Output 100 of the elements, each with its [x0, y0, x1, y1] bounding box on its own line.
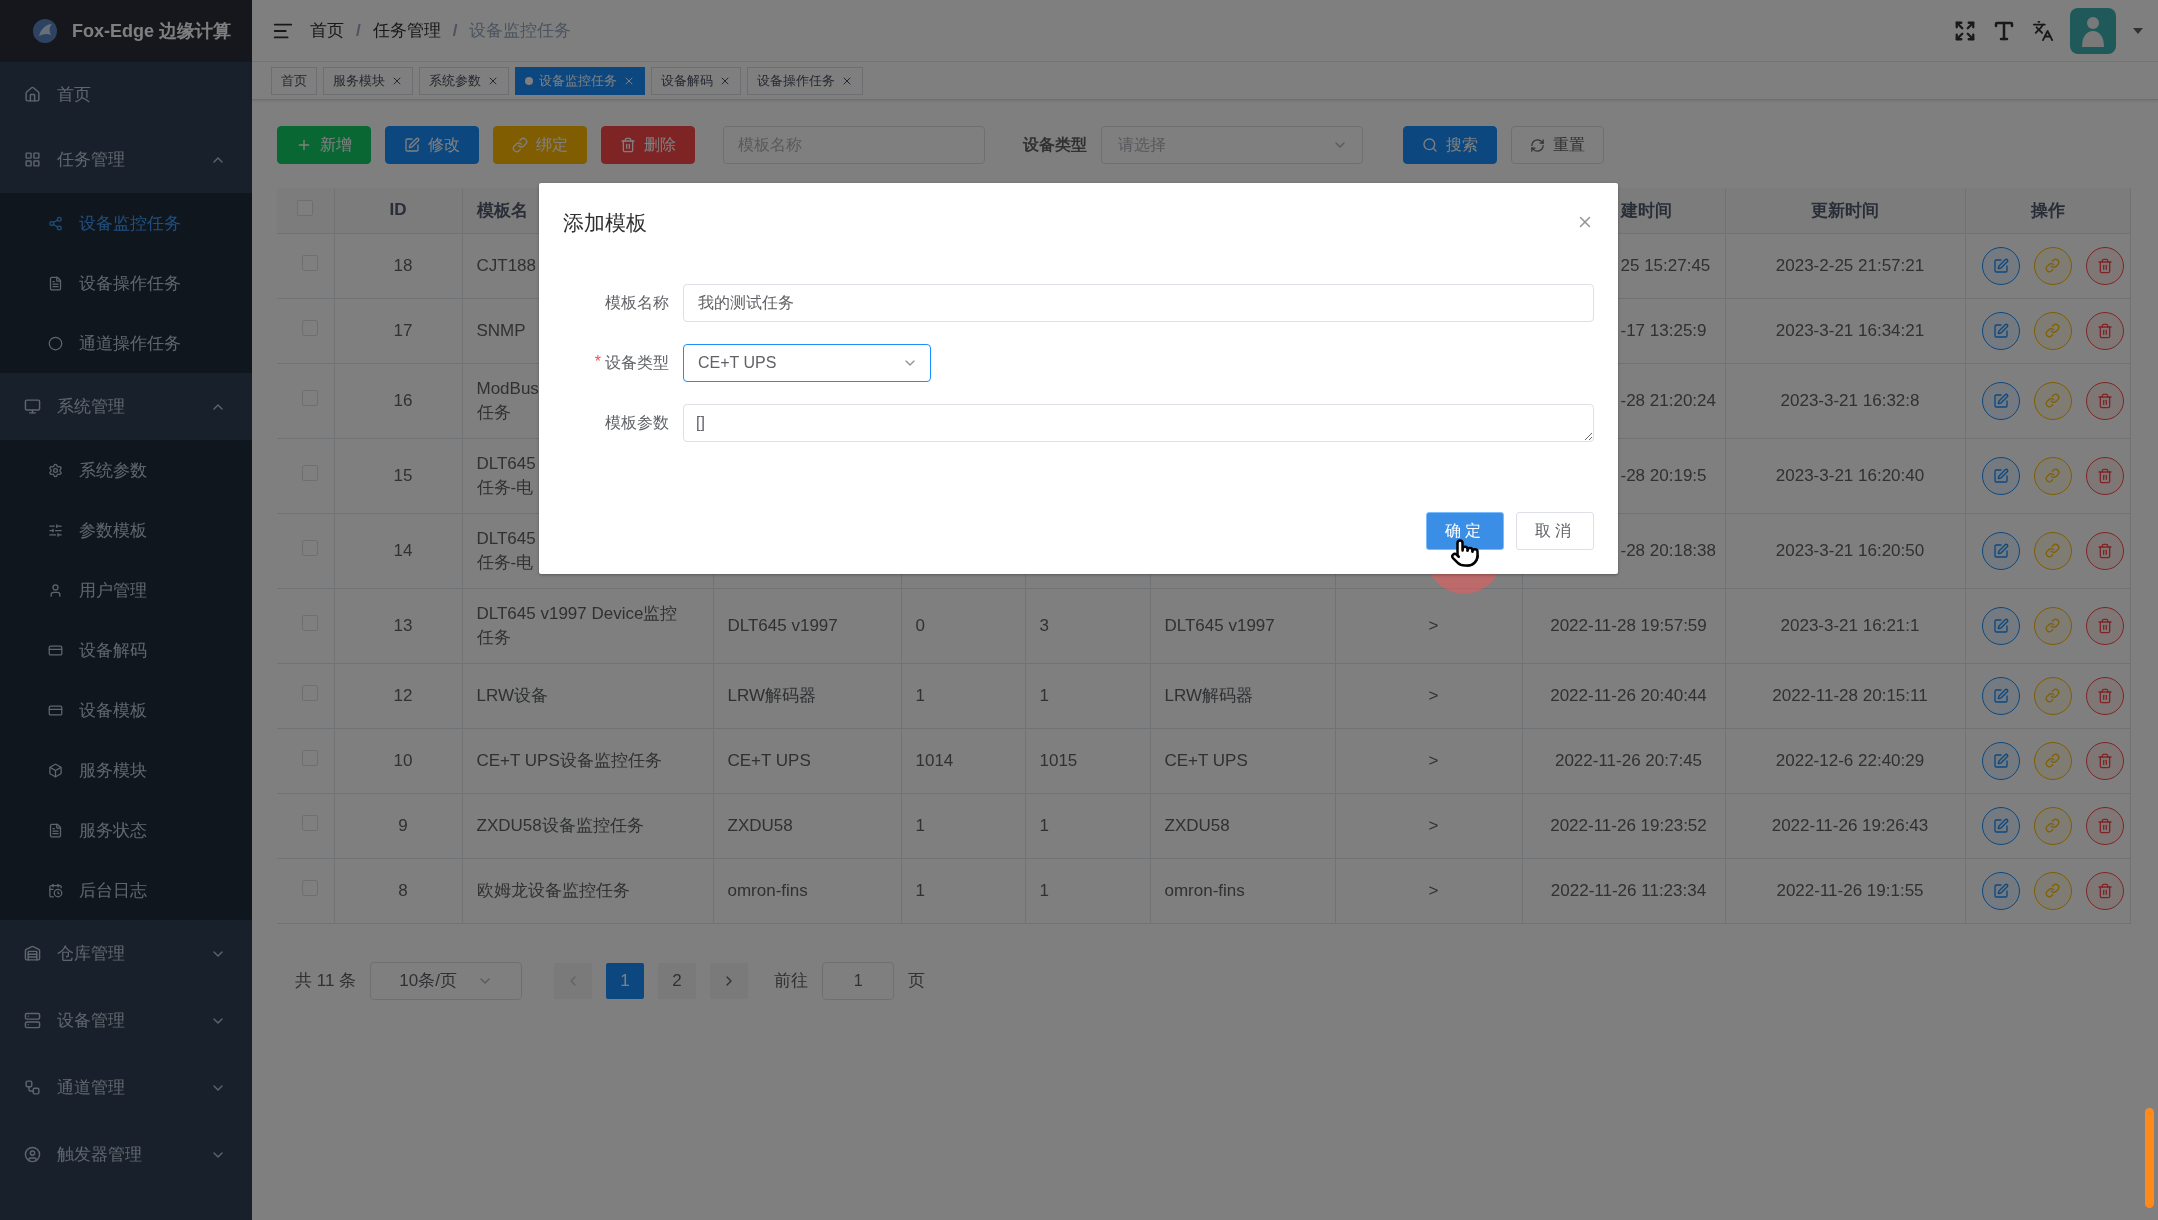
edit-icon [1992, 687, 2009, 704]
link-button[interactable] [2033, 676, 2072, 715]
expand-toggle[interactable]: > [1428, 685, 1439, 705]
table-cell: 1 [915, 685, 925, 705]
delete-button[interactable] [2085, 871, 2124, 910]
cancel-button[interactable]: 取消 [1516, 512, 1594, 550]
field-label: 设备类型 [605, 352, 669, 373]
submenu-item[interactable]: 服务模块 [0, 740, 252, 800]
translate-icon [2032, 19, 2054, 42]
expand-toggle[interactable]: > [1428, 880, 1439, 900]
submenu-item[interactable]: 设备模板 [0, 680, 252, 740]
delete-button[interactable] [2085, 741, 2124, 780]
edit-button[interactable] [1981, 871, 2020, 910]
submenu-item[interactable]: 通道操作任务 [0, 313, 252, 373]
delete-button[interactable] [2085, 531, 2124, 570]
link-icon [2045, 543, 2060, 558]
tab[interactable]: 设备操作任务 [747, 66, 863, 95]
breadcrumb-item[interactable]: 任务管理 [372, 19, 441, 42]
column-header: 操作 [2030, 200, 2065, 220]
edit-icon [1992, 467, 2009, 484]
toolbar-button[interactable]: 新增 [277, 126, 371, 164]
column-header: 模板名 [476, 200, 528, 220]
submenu-item[interactable]: 设备监控任务 [0, 193, 252, 253]
table-cell: ZXDU58 [727, 815, 793, 835]
scrollbar-thumb[interactable] [2145, 1108, 2154, 1208]
box-icon [48, 762, 63, 778]
expand-toggle[interactable]: > [1428, 750, 1439, 770]
page-button[interactable]: 1 [606, 962, 645, 999]
table-cell: 2023-3-21 16:20:40 [1775, 465, 1925, 485]
reset-button[interactable]: 重置 [1511, 126, 1604, 164]
language-button[interactable] [2032, 19, 2054, 42]
breadcrumb-item[interactable]: 首页 [310, 19, 344, 42]
link-button[interactable] [2033, 741, 2072, 780]
submenu-item[interactable]: 后台日志 [0, 860, 252, 920]
search-button[interactable]: 搜索 [1403, 126, 1497, 164]
page-input[interactable]: 1 [822, 961, 895, 1000]
link-button[interactable] [2033, 456, 2072, 495]
delete-button[interactable] [2085, 381, 2124, 420]
submenu-item[interactable]: 系统参数 [0, 440, 252, 500]
link-button[interactable] [2033, 311, 2072, 350]
page-suffix: 页 [908, 970, 926, 992]
select-input[interactable]: CE+T UPS [696, 353, 894, 373]
expand-toggle[interactable]: > [1428, 615, 1439, 635]
delete-button[interactable] [2085, 606, 2124, 645]
link-button[interactable] [2033, 381, 2072, 420]
edit-button[interactable] [1981, 806, 2020, 845]
delete-button[interactable] [2085, 456, 2124, 495]
expand-toggle[interactable]: > [1428, 815, 1439, 835]
delete-button[interactable] [2085, 676, 2124, 715]
edit-button[interactable] [1981, 456, 2020, 495]
user-circle-icon [24, 1146, 41, 1163]
document-icon [48, 275, 63, 291]
edit-button[interactable] [1981, 311, 2020, 350]
hand-cursor-icon [1450, 538, 1480, 568]
textarea-field[interactable]: [] [683, 404, 1594, 442]
submenu-item[interactable]: 设备操作任务 [0, 253, 252, 313]
delete-button[interactable] [2085, 311, 2124, 350]
table-cell: DLT645 v1997 Device监控 任务 [476, 603, 678, 647]
table-cell: 2022-11-28 19:57:59 [1550, 615, 1707, 635]
table-cell: ZXDU58设备监控任务 [476, 815, 644, 835]
delete-button[interactable] [2085, 246, 2124, 285]
edit-button[interactable] [1981, 676, 2020, 715]
avatar[interactable] [2070, 7, 2116, 54]
select-field[interactable]: CE+T UPS [683, 344, 931, 382]
tab[interactable]: 服务模块 [323, 66, 413, 95]
search-icon [1422, 137, 1438, 153]
text-field[interactable]: 我的测试任务 [683, 284, 1594, 322]
submenu-item[interactable]: 参数模板 [0, 500, 252, 560]
page-size-select[interactable]: 10条/页 [370, 961, 523, 1000]
edit-button[interactable] [1981, 741, 2020, 780]
tab[interactable]: 系统参数 [419, 66, 509, 95]
edit-button[interactable] [1981, 606, 2020, 645]
table-cell: 12 [393, 685, 413, 705]
edit-button[interactable] [1981, 246, 2020, 285]
toolbar-button[interactable]: 删除 [601, 126, 695, 164]
confirm-button[interactable]: 确定 [1426, 512, 1504, 550]
table-cell: 2022-11-26 19:23:52 [1550, 815, 1707, 835]
submenu-item[interactable]: 服务状态 [0, 800, 252, 860]
table-cell: omron-fins [1164, 880, 1245, 900]
tab[interactable]: 设备解码 [651, 66, 741, 95]
toolbar-button[interactable]: 修改 [385, 126, 479, 164]
table-cell: LRW解码器 [1164, 685, 1253, 705]
tab[interactable]: 首页 [271, 66, 317, 95]
submenu-item[interactable]: 用户管理 [0, 560, 252, 620]
link-button[interactable] [2033, 606, 2072, 645]
link-button[interactable] [2033, 531, 2072, 570]
edit-button[interactable] [1981, 531, 2020, 570]
document-icon [48, 822, 63, 838]
fullscreen-button[interactable] [1954, 19, 1976, 42]
tab[interactable]: 设备监控任务 [515, 66, 645, 95]
table-cell: CJT188 [476, 255, 537, 275]
link-button[interactable] [2033, 246, 2072, 285]
page-button[interactable]: 2 [658, 962, 697, 999]
submenu-item[interactable]: 设备解码 [0, 620, 252, 680]
table-cell: 2022-12-6 22:40:29 [1775, 750, 1925, 770]
edit-button[interactable] [1981, 381, 2020, 420]
required-mark: * [594, 352, 601, 372]
link-button[interactable] [2033, 806, 2072, 845]
link-button[interactable] [2033, 871, 2072, 910]
delete-button[interactable] [2085, 806, 2124, 845]
